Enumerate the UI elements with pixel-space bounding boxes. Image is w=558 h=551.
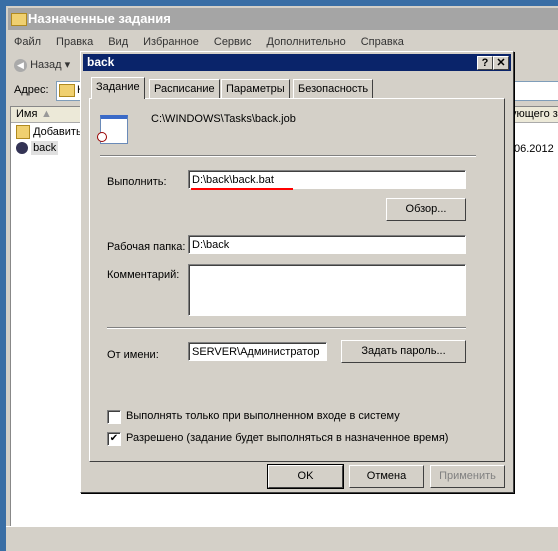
tasks-folder-icon	[11, 13, 27, 26]
add-task-icon	[16, 125, 30, 139]
column-name[interactable]: Имя	[16, 108, 37, 120]
job-path: C:\WINDOWS\Tasks\back.job	[151, 113, 296, 125]
run-label: Выполнить:	[107, 176, 167, 188]
enabled-checkbox[interactable]: ✔	[107, 432, 121, 446]
folder-icon	[59, 84, 75, 97]
tab-task[interactable]: Задание	[91, 77, 145, 99]
help-button[interactable]: ?	[477, 56, 493, 70]
menu-favorites[interactable]: Избранное	[143, 36, 199, 48]
set-password-button[interactable]: Задать пароль...	[341, 340, 466, 363]
dialog-title: back	[87, 55, 115, 69]
status-bar	[6, 526, 558, 547]
ok-button[interactable]: OK	[267, 464, 344, 489]
logon-only-label[interactable]: Выполнять только при выполненном входе в…	[126, 410, 400, 422]
list-item[interactable]: Добавить	[16, 125, 82, 139]
comment-textarea[interactable]	[188, 264, 466, 316]
tab-schedule[interactable]: Расписание	[149, 79, 220, 98]
close-button[interactable]: ✕	[493, 56, 509, 70]
task-icon	[16, 142, 28, 155]
workdir-label: Рабочая папка:	[107, 241, 186, 253]
cancel-button[interactable]: Отмена	[349, 465, 424, 488]
workdir-input[interactable]: D:\back	[188, 235, 466, 254]
tab-settings[interactable]: Параметры	[221, 79, 290, 98]
menu-file[interactable]: Файл	[14, 36, 41, 48]
back-button[interactable]: ◀ Назад ▾	[14, 58, 70, 72]
explorer-title-bar: Назначенные задания	[8, 8, 558, 30]
logon-only-checkbox[interactable]	[107, 410, 121, 424]
dialog-title-bar: back ? ✕	[83, 54, 511, 71]
red-underline-annotation	[191, 188, 293, 190]
column-next-run[interactable]: ующего з	[511, 108, 558, 120]
run-input[interactable]: D:\back\back.bat	[188, 170, 466, 189]
window-title: Назначенные задания	[28, 11, 171, 26]
menu-advanced[interactable]: Дополнительно	[267, 36, 346, 48]
list-item[interactable]: back	[16, 141, 59, 155]
task-properties-dialog: back ? ✕ Задание Расписание Параметры Бе…	[80, 51, 514, 493]
back-arrow-icon: ◀	[14, 59, 27, 72]
menu-tools[interactable]: Сервис	[214, 36, 252, 48]
clock-icon	[97, 132, 107, 142]
task-tab-panel: C:\WINDOWS\Tasks\back.job Выполнить: D:\…	[89, 98, 505, 462]
sort-icon: ▲	[41, 108, 52, 120]
menu-view[interactable]: Вид	[108, 36, 128, 48]
runas-input[interactable]: SERVER\Администратор	[188, 342, 327, 361]
browse-button[interactable]: Обзор...	[386, 198, 466, 221]
runas-label: От имени:	[107, 349, 159, 361]
comment-label: Комментарий:	[107, 269, 180, 281]
apply-button[interactable]: Применить	[430, 465, 505, 488]
list-item-date: 06.2012	[514, 143, 554, 155]
menu-bar: Файл Правка Вид Избранное Сервис Дополнительн…	[14, 36, 419, 52]
enabled-label[interactable]: Разрешено (задание будет выполняться в н…	[126, 432, 448, 444]
address-label: Адрес:	[14, 84, 49, 96]
menu-help[interactable]: Справка	[361, 36, 404, 48]
tab-security[interactable]: Безопасность	[293, 79, 374, 98]
menu-edit[interactable]: Правка	[56, 36, 93, 48]
